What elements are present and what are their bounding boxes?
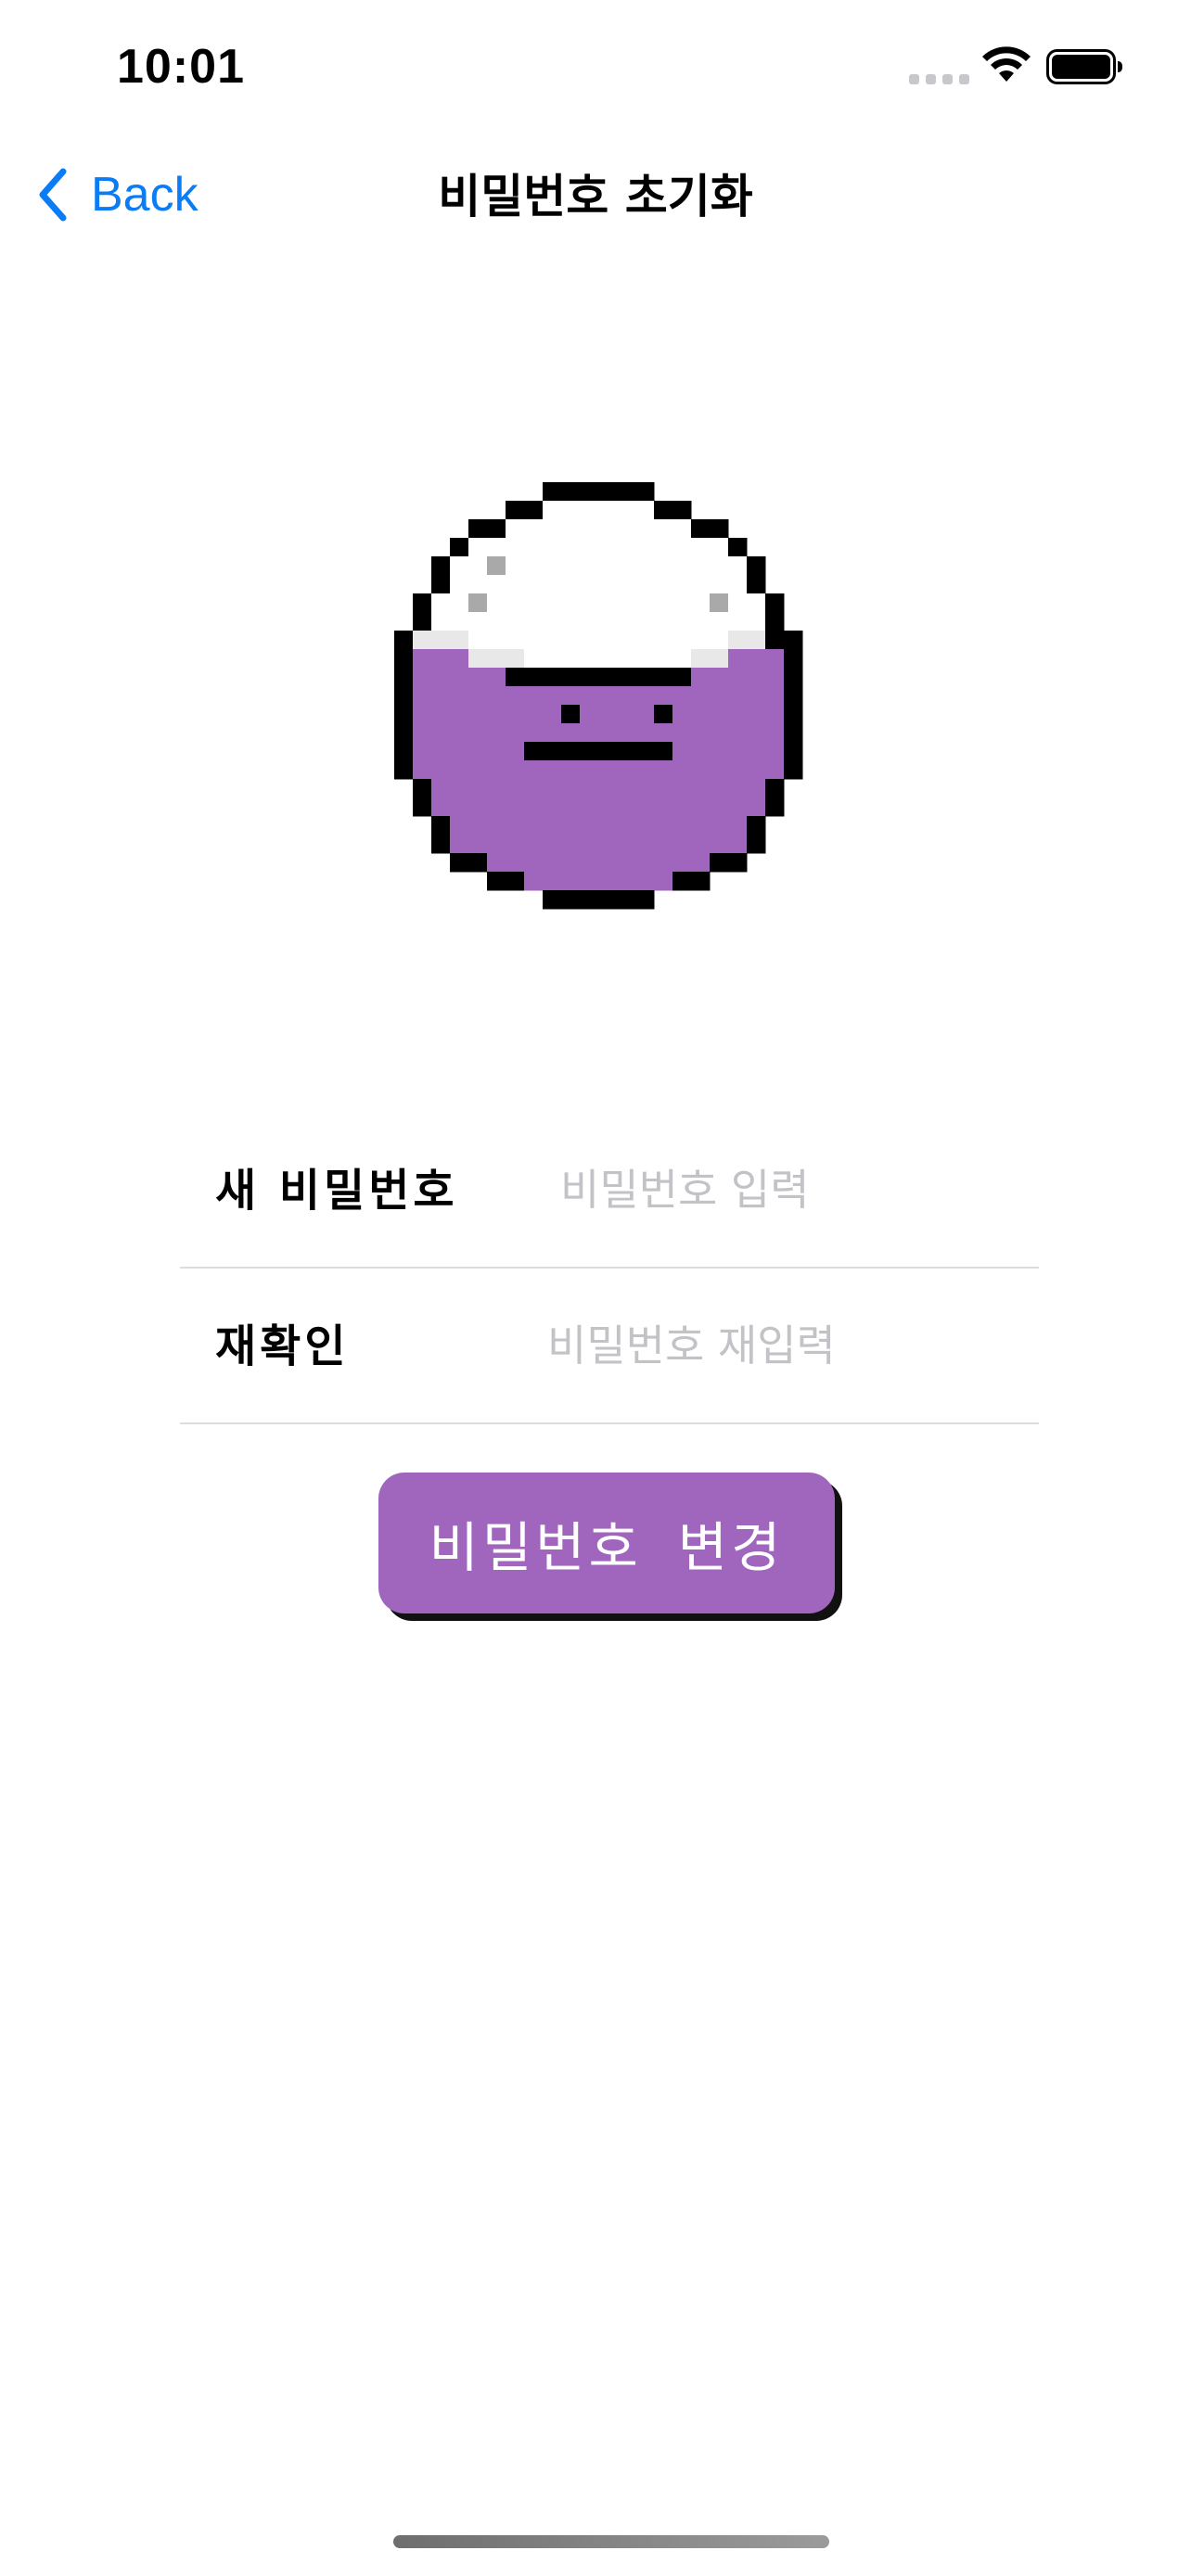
page-title: 비밀번호 초기화 (438, 170, 753, 223)
battery-icon (1046, 49, 1122, 84)
home-indicator[interactable] (393, 2535, 829, 2548)
navigation-bar: Back 비밀번호 초기화 (0, 139, 1191, 250)
new-password-input[interactable] (560, 1150, 1024, 1230)
new-password-label: 새 비밀번호 (215, 1165, 458, 1217)
confirm-password-input[interactable] (547, 1306, 1024, 1385)
confirm-password-row: 재확인 (180, 1269, 1039, 1424)
status-time: 10:01 (117, 40, 245, 94)
rice-bowl-mascot-icon (394, 482, 803, 910)
status-bar: 10:01 (0, 0, 1191, 130)
divider (180, 1422, 1039, 1424)
change-password-button[interactable]: 비밀번호 변경 (378, 1473, 835, 1613)
new-password-row: 새 비밀번호 (180, 1113, 1039, 1269)
cellular-dots-icon (909, 74, 970, 85)
wifi-icon (982, 46, 1031, 82)
confirm-password-label: 재확인 (215, 1320, 350, 1372)
